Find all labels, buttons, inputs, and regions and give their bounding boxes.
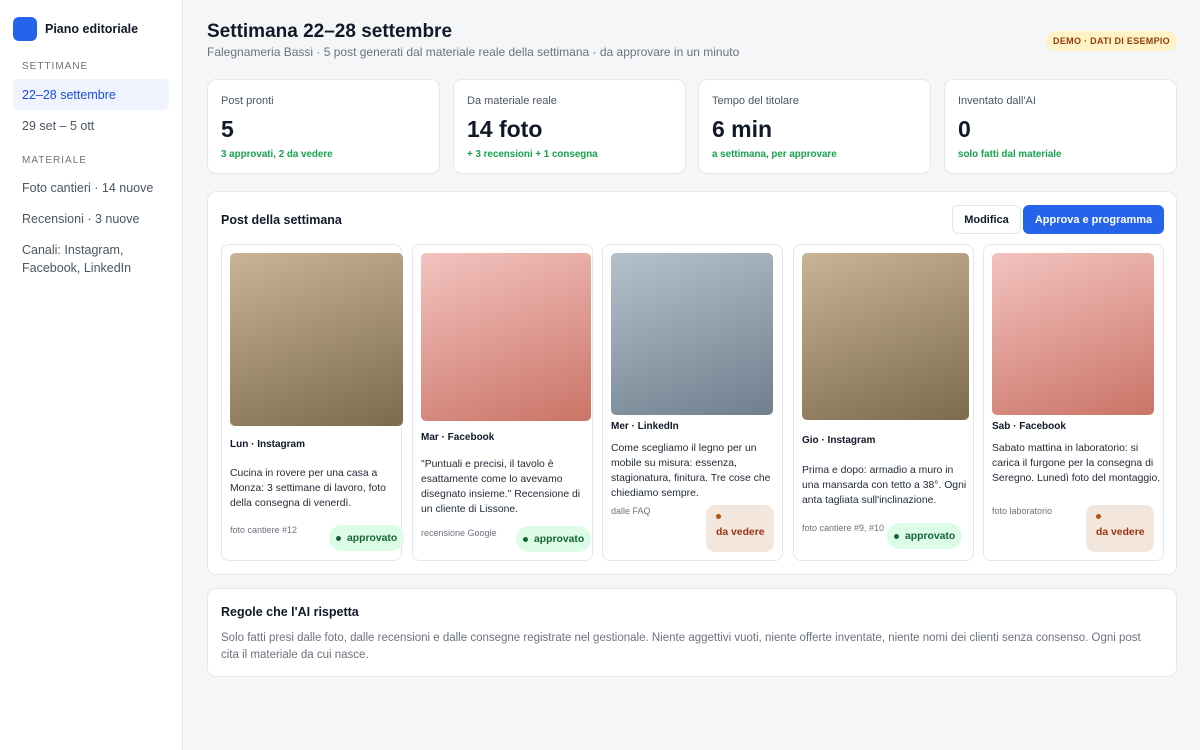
rules-text: Solo fatti presi dalle foto, dalle recen… bbox=[221, 632, 1141, 661]
brand: Piano editoriale bbox=[13, 17, 138, 41]
post-image bbox=[230, 253, 403, 426]
post-card[interactable]: Mer · LinkedIn Come scegliamo il legno p… bbox=[602, 244, 783, 561]
post-image bbox=[421, 253, 591, 421]
post-text: "Puntuali e precisi, il tavolo è esattam… bbox=[421, 459, 581, 515]
stat-label: Da materiale reale bbox=[467, 95, 557, 107]
post-meta: Lun · Instagram bbox=[230, 439, 306, 450]
post-card[interactable]: Lun · Instagram Cucina in rovere per una… bbox=[221, 244, 405, 561]
sidebar-item-week-current[interactable]: 22–28 settembre bbox=[13, 79, 169, 110]
sidebar-item-photos[interactable]: Foto cantieri · 14 nuove bbox=[13, 179, 169, 197]
post-meta: Gio · Instagram bbox=[802, 435, 876, 446]
post-source: foto cantiere #12 bbox=[230, 525, 298, 535]
stat-value: 0 bbox=[958, 116, 971, 142]
stat-label: Inventato dall'AI bbox=[958, 95, 1036, 107]
post-meta: Sab · Facebook bbox=[992, 421, 1066, 432]
stat-value: 6 min bbox=[712, 116, 773, 142]
status-badge-review: da vedere bbox=[706, 505, 774, 552]
rules-panel: Regole che l'AI rispetta Solo fatti pres… bbox=[207, 588, 1177, 677]
status-dot-icon bbox=[336, 535, 341, 541]
edit-button[interactable]: Modifica bbox=[952, 205, 1021, 234]
stat-label: Post pronti bbox=[221, 95, 274, 107]
stat-card-owner-time: Tempo del titolare 6 min a settimana, pe… bbox=[698, 79, 931, 174]
status-label: approvato bbox=[905, 530, 956, 542]
posts-panel: Post della settimana Modifica Approva e … bbox=[207, 191, 1177, 575]
status-badge-approved: approvato bbox=[329, 525, 405, 551]
section-title-material: MATERIALE bbox=[22, 155, 87, 166]
stat-value: 14 foto bbox=[467, 116, 543, 142]
post-text: Cucina in rovere per una casa a Monza: 3… bbox=[230, 468, 386, 509]
post-source: foto laboratorio bbox=[992, 506, 1053, 516]
stat-card-real-material: Da materiale reale 14 foto + 3 recension… bbox=[453, 79, 686, 174]
sidebar-item-week-next[interactable]: 29 set – 5 ott bbox=[13, 117, 169, 135]
status-dot-icon bbox=[894, 533, 899, 539]
sidebar-item-channels[interactable]: Canali: Instagram, Facebook, LinkedIn bbox=[13, 241, 169, 277]
post-text: Come scegliamo il legno per un mobile su… bbox=[611, 443, 771, 499]
post-meta: Mar · Facebook bbox=[421, 432, 495, 443]
demo-badge: DEMO · DATI DI ESEMPIO bbox=[1046, 31, 1177, 51]
app-logo-icon bbox=[13, 17, 37, 41]
post-source: recensione Google bbox=[421, 528, 497, 538]
post-image bbox=[802, 253, 969, 420]
status-dot-icon bbox=[716, 514, 721, 519]
stat-value: 5 bbox=[221, 116, 234, 142]
post-text: Sabato mattina in laboratorio: si carica… bbox=[992, 443, 1161, 484]
status-label: approvato bbox=[347, 532, 398, 544]
section-title-weeks: SETTIMANE bbox=[22, 61, 89, 72]
sidebar: Piano editoriale SETTIMANE 22–28 settemb… bbox=[0, 0, 183, 750]
stat-label: Tempo del titolare bbox=[712, 95, 799, 107]
page-subtitle: Falegnameria Bassi · 5 post generati dal… bbox=[207, 45, 740, 59]
post-meta: Mer · LinkedIn bbox=[611, 421, 679, 432]
post-card[interactable]: Mar · Facebook "Puntuali e precisi, il t… bbox=[412, 244, 593, 561]
post-card[interactable]: Gio · Instagram Prima e dopo: armadio a … bbox=[793, 244, 974, 561]
stat-card-posts-ready: Post pronti 5 3 approvati, 2 da vedere bbox=[207, 79, 440, 174]
status-dot-icon bbox=[523, 536, 528, 542]
post-card[interactable]: Sab · Facebook Sabato mattina in laborat… bbox=[983, 244, 1164, 561]
status-label: approvato bbox=[534, 533, 585, 545]
status-label: da vedere bbox=[1096, 527, 1145, 538]
post-source: dalle FAQ bbox=[611, 506, 651, 516]
post-image bbox=[992, 253, 1154, 415]
post-text: Prima e dopo: armadio a muro in una mans… bbox=[802, 465, 967, 506]
sidebar-item-reviews[interactable]: Recensioni · 3 nuove bbox=[13, 210, 169, 228]
status-badge-approved: approvato bbox=[887, 523, 963, 549]
stat-note: a settimana, per approvare bbox=[712, 149, 837, 160]
rules-title: Regole che l'AI rispetta bbox=[221, 605, 359, 619]
approve-and-schedule-button[interactable]: Approva e programma bbox=[1023, 205, 1164, 234]
stat-note: 3 approvati, 2 da vedere bbox=[221, 149, 333, 160]
app-name: Piano editoriale bbox=[45, 22, 139, 36]
stat-note: + 3 recensioni + 1 consegna bbox=[467, 149, 598, 160]
post-image bbox=[611, 253, 773, 415]
status-badge-approved: approvato bbox=[516, 526, 592, 552]
post-source: foto cantiere #9, #10 bbox=[802, 523, 885, 533]
page-title: Settimana 22–28 settembre bbox=[207, 21, 453, 42]
status-label: da vedere bbox=[716, 527, 765, 538]
posts-panel-title: Post della settimana bbox=[221, 213, 342, 227]
status-dot-icon bbox=[1096, 514, 1101, 519]
stat-note: solo fatti dal materiale bbox=[958, 149, 1062, 160]
status-badge-review: da vedere bbox=[1086, 505, 1154, 552]
stat-card-ai-invented: Inventato dall'AI 0 solo fatti dal mater… bbox=[944, 79, 1177, 174]
